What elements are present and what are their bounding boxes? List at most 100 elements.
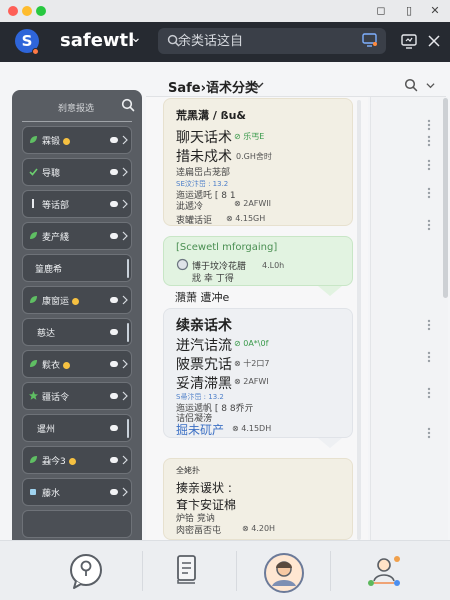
card-line: 戕 幸 丁得 [192,274,234,284]
chevron-right-icon [122,487,128,497]
toggle-indicator[interactable] [110,361,118,367]
more-icon[interactable] [427,159,431,171]
sidebar-item-1[interactable]: 霖锻 [22,126,132,154]
tab-divider [236,551,237,591]
bubble-tail [318,286,342,296]
cursor-circle-icon [176,258,189,271]
sidebar-item-13[interactable] [22,510,132,538]
list-scrollbar[interactable] [357,100,361,540]
sidebar-search-icon[interactable] [121,98,135,112]
toggle-indicator[interactable] [110,297,118,303]
bar-icon [32,199,34,208]
collapse-icon[interactable] [425,32,443,50]
more-icon[interactable] [427,135,431,147]
screen-filter-icon[interactable] [362,33,378,48]
tab-chat[interactable] [60,541,120,600]
toggle-indicator[interactable] [110,169,118,175]
more-icon[interactable] [427,319,431,331]
chevron-down-icon[interactable] [254,80,264,90]
script-card-general[interactable]: 全姥扑 揍亲谖状 : 耷卞安证棉 炉铪 竞讷 肉密畐否屯 ⊗ 4.20H [163,458,353,540]
card-line: 衷罐话讵 [176,216,213,226]
toggle-indicator[interactable] [110,137,118,143]
sidebar-item-11[interactable]: 蝨今3 [22,446,132,474]
more-icon[interactable] [427,427,431,439]
card-meta: ⊗ 2AFWII [234,199,272,208]
script-card-highlight[interactable]: [Scewetl mforgaing] 博于坟冷花腊 4.L0h 戕 幸 丁得 [163,236,353,286]
document-stack-icon [177,555,196,584]
more-icon[interactable] [427,119,431,131]
maximize-window-button[interactable] [36,6,46,16]
leaf-icon [30,296,37,303]
sidebar-item-5[interactable]: 篁鹿希 [22,254,132,282]
tab-documents[interactable] [168,541,208,600]
team-network-icon [368,556,400,586]
card-line: 迸汽诘流 [176,338,232,354]
toggle-indicator[interactable] [110,489,118,495]
sidebar-item-4[interactable]: 麦产綫 [22,222,132,250]
card-title: 续亲话术 [176,318,232,334]
scene-sidebar: 刹意报选 霖锻 导聰 等话部 麦产綫 篁鹿希 康窗运 慈达 鬏衣 疆话令 暹州 … [12,90,142,598]
sidebar-item-3[interactable]: 等话部 [22,190,132,218]
card-line: 措未戍术 [176,149,232,165]
sidebar-item-label: 藤水 [42,489,61,499]
search-icon[interactable] [404,78,418,92]
monitor-icon[interactable] [400,32,418,50]
sidebar-item-9[interactable]: 疆话令 [22,382,132,410]
card-tag: 全姥扑 [176,466,200,475]
card-meta: ⊗ 十2口7 [234,359,270,368]
chevron-down-icon[interactable]: ⌄ [130,30,142,46]
brand-name[interactable]: safewtl [60,30,134,51]
water-icon [30,489,36,495]
toggle-indicator[interactable] [110,393,118,399]
script-card-follow[interactable]: 续亲话术 迸汽诘流 ⊘ 0A*\0f 陂票宄话 ⊗ 十2口7 妥清滞黑 ⊗ 2A… [163,308,353,438]
status-dot [63,362,71,369]
sidebar-item-label: 霖锻 [42,134,71,147]
status-dot [72,298,80,305]
restore-icon[interactable]: ◻ [374,4,388,17]
tab-divider [142,551,143,591]
more-icon[interactable] [427,187,431,199]
more-icon[interactable] [427,219,431,231]
sidebar-item-label: 暹州 [37,425,56,435]
card-meta: ⊗ 4.15DH [232,424,272,433]
tile-icon[interactable]: ▯ [402,4,416,17]
leaf-icon [30,232,37,239]
card-line: 聊天话术 [176,130,232,146]
sidebar-item-6[interactable]: 康窗运 [22,286,132,314]
search-input[interactable] [178,28,358,54]
script-card-chat[interactable]: 荒黑溝 / ßu& 聊天话术 ⊘ 乐丐E 措未戍术 0.GH舍时 逹扁岊占茏部 … [163,98,353,226]
minimize-window-button[interactable] [22,6,32,16]
close-icon[interactable]: ✕ [428,4,442,17]
leaf-icon [30,360,37,367]
detail-scrollbar[interactable] [443,98,448,298]
sidebar-item-2[interactable]: 导聰 [22,158,132,186]
tab-team[interactable] [362,541,406,600]
toggle-indicator[interactable] [110,457,118,463]
more-icon[interactable] [427,387,431,399]
selection-bar [127,323,129,342]
more-icon[interactable] [427,351,431,363]
chevron-right-icon [122,295,128,305]
sidebar-item-8[interactable]: 鬏衣 [22,350,132,378]
bubble-tail [318,438,342,448]
chevron-down-icon[interactable] [426,81,435,90]
toggle-indicator[interactable] [110,425,118,431]
leaf-icon [30,456,37,463]
chevron-right-icon [122,167,128,177]
tab-profile[interactable] [262,541,306,600]
search-bar[interactable] [158,28,386,54]
bottom-tab-bar [0,540,450,600]
sidebar-item-7[interactable]: 慈达 [22,318,132,346]
note-text: 濻萧 遭冲e [175,291,230,304]
sidebar-item-10[interactable]: 暹州 [22,414,132,442]
close-window-button[interactable] [8,6,18,16]
sidebar-header: 刹意报选 [12,90,142,124]
page-title[interactable]: Safe›语术分类 [168,77,258,96]
chat-bubble-icon [70,554,102,589]
card-title: [Scewetl mforgaing] [176,242,278,253]
toggle-indicator[interactable] [110,329,118,335]
toggle-indicator[interactable] [110,201,118,207]
sidebar-item-12[interactable]: 藤水 [22,478,132,506]
toggle-indicator[interactable] [110,233,118,239]
sidebar-item-label: 导聰 [42,169,61,179]
